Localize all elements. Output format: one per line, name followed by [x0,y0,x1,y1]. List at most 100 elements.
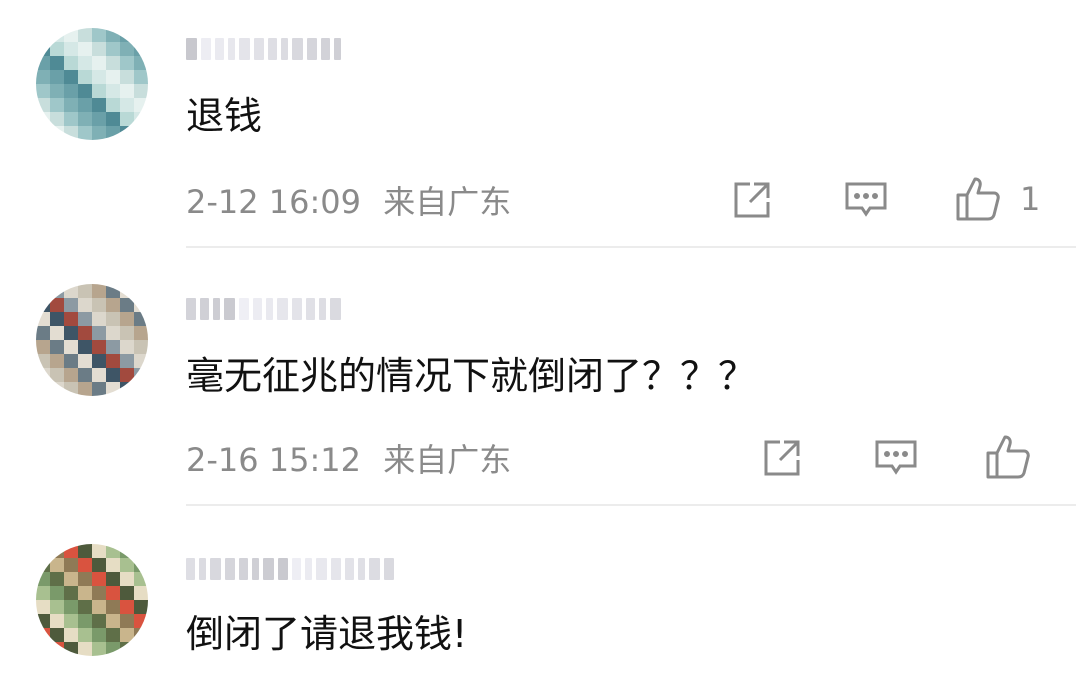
avatar-pixel [106,382,120,396]
avatar-pixel [36,326,50,340]
avatar-pixel [120,354,134,368]
username-blurred[interactable] [186,30,341,68]
avatar-pixel [92,628,106,642]
avatar-pixel [50,70,64,84]
avatar-pixel [134,42,148,56]
avatar-pixel [36,42,50,56]
avatar-pixel [64,572,78,586]
username-pixel [210,558,221,580]
avatar-pixel [36,544,50,558]
avatar-pixel [78,572,92,586]
avatar-pixel [36,70,50,84]
username-pixel [384,558,394,580]
avatar-pixel [92,382,106,396]
like-button[interactable] [984,433,1032,481]
username-blurred[interactable] [186,550,394,588]
avatar-pixel [50,614,64,628]
username-pixel [331,558,341,580]
username-pixel [213,298,220,320]
username-pixel [215,38,224,60]
avatar-pixel [36,382,50,396]
avatar-pixel [106,284,120,298]
username-pixel [334,38,341,60]
share-button[interactable] [760,436,804,480]
username-pixel [330,298,341,320]
username-pixel [254,38,264,60]
avatar-pixel [106,572,120,586]
username-pixel [224,298,235,320]
avatar-pixel [64,544,78,558]
avatar-pixel [36,112,50,126]
avatar-pixel [64,326,78,340]
avatar-pixel [50,326,64,340]
avatar[interactable] [36,544,148,656]
avatar-pixel [120,558,134,572]
avatar-pixel [36,284,50,298]
username-pixel [277,298,288,320]
avatar-pixel [64,126,78,140]
avatar-pixel [134,312,148,326]
avatar-pixel [78,628,92,642]
avatar-pixel [92,28,106,42]
like-button[interactable]: 1 [954,175,1040,223]
username-pixel [253,298,262,320]
share-button[interactable] [730,178,774,222]
avatar-pixel [92,572,106,586]
avatar-pixel [134,558,148,572]
avatar-pixel [134,600,148,614]
reply-button[interactable] [873,436,919,480]
avatar-pixel [78,586,92,600]
username-pixel [278,558,288,580]
comment-date: 2-12 16:09 [186,183,362,221]
avatar-pixel [36,354,50,368]
comment-location: 来自广东 [383,441,512,479]
avatar-pixel [64,298,78,312]
username-pixel [369,558,380,580]
avatar-pixel [92,614,106,628]
avatar-pixel [36,368,50,382]
avatar-pixel [134,354,148,368]
avatar-pixel [78,42,92,56]
username-pixel [358,558,365,580]
avatar-pixel [64,600,78,614]
comment-icon [845,182,887,217]
avatar-pixel [120,84,134,98]
comment-text: 倒闭了请退我钱! [186,612,468,656]
username-pixel [316,558,327,580]
avatar[interactable] [36,28,148,140]
avatar-pixel [36,84,50,98]
avatar-pixel [106,126,120,140]
comment-date: 2-16 15:12 [186,441,362,479]
avatar-pixel [134,298,148,312]
avatar-pixel [134,340,148,354]
avatar-pixel [120,284,134,298]
avatar-pixel [78,340,92,354]
avatar-pixel [64,84,78,98]
share-icon [734,182,770,218]
avatar-pixel [120,382,134,396]
avatar-pixel [120,98,134,112]
avatar-pixel [50,628,64,642]
avatar-pixel [120,70,134,84]
avatar-pixel [36,600,50,614]
avatar-pixel [134,28,148,42]
avatar-pixel [36,312,50,326]
username-pixel [292,558,301,580]
avatar-pixel [92,42,106,56]
comment-meta: 2-16 15:12 来自广东 [186,440,511,480]
avatar-pixel [50,312,64,326]
avatar-pixel [78,126,92,140]
username-pixel [239,298,249,320]
avatar-pixel [78,84,92,98]
username-blurred[interactable] [186,290,341,328]
avatar-pixel [78,382,92,396]
avatar[interactable] [36,284,148,396]
username-pixel [186,558,195,580]
avatar-pixel [106,368,120,382]
reply-button[interactable] [843,178,889,222]
avatar-pixel [78,28,92,42]
avatar-pixel [50,368,64,382]
avatar-pixel [36,642,50,656]
avatar-pixel [92,284,106,298]
avatar-pixel [64,340,78,354]
